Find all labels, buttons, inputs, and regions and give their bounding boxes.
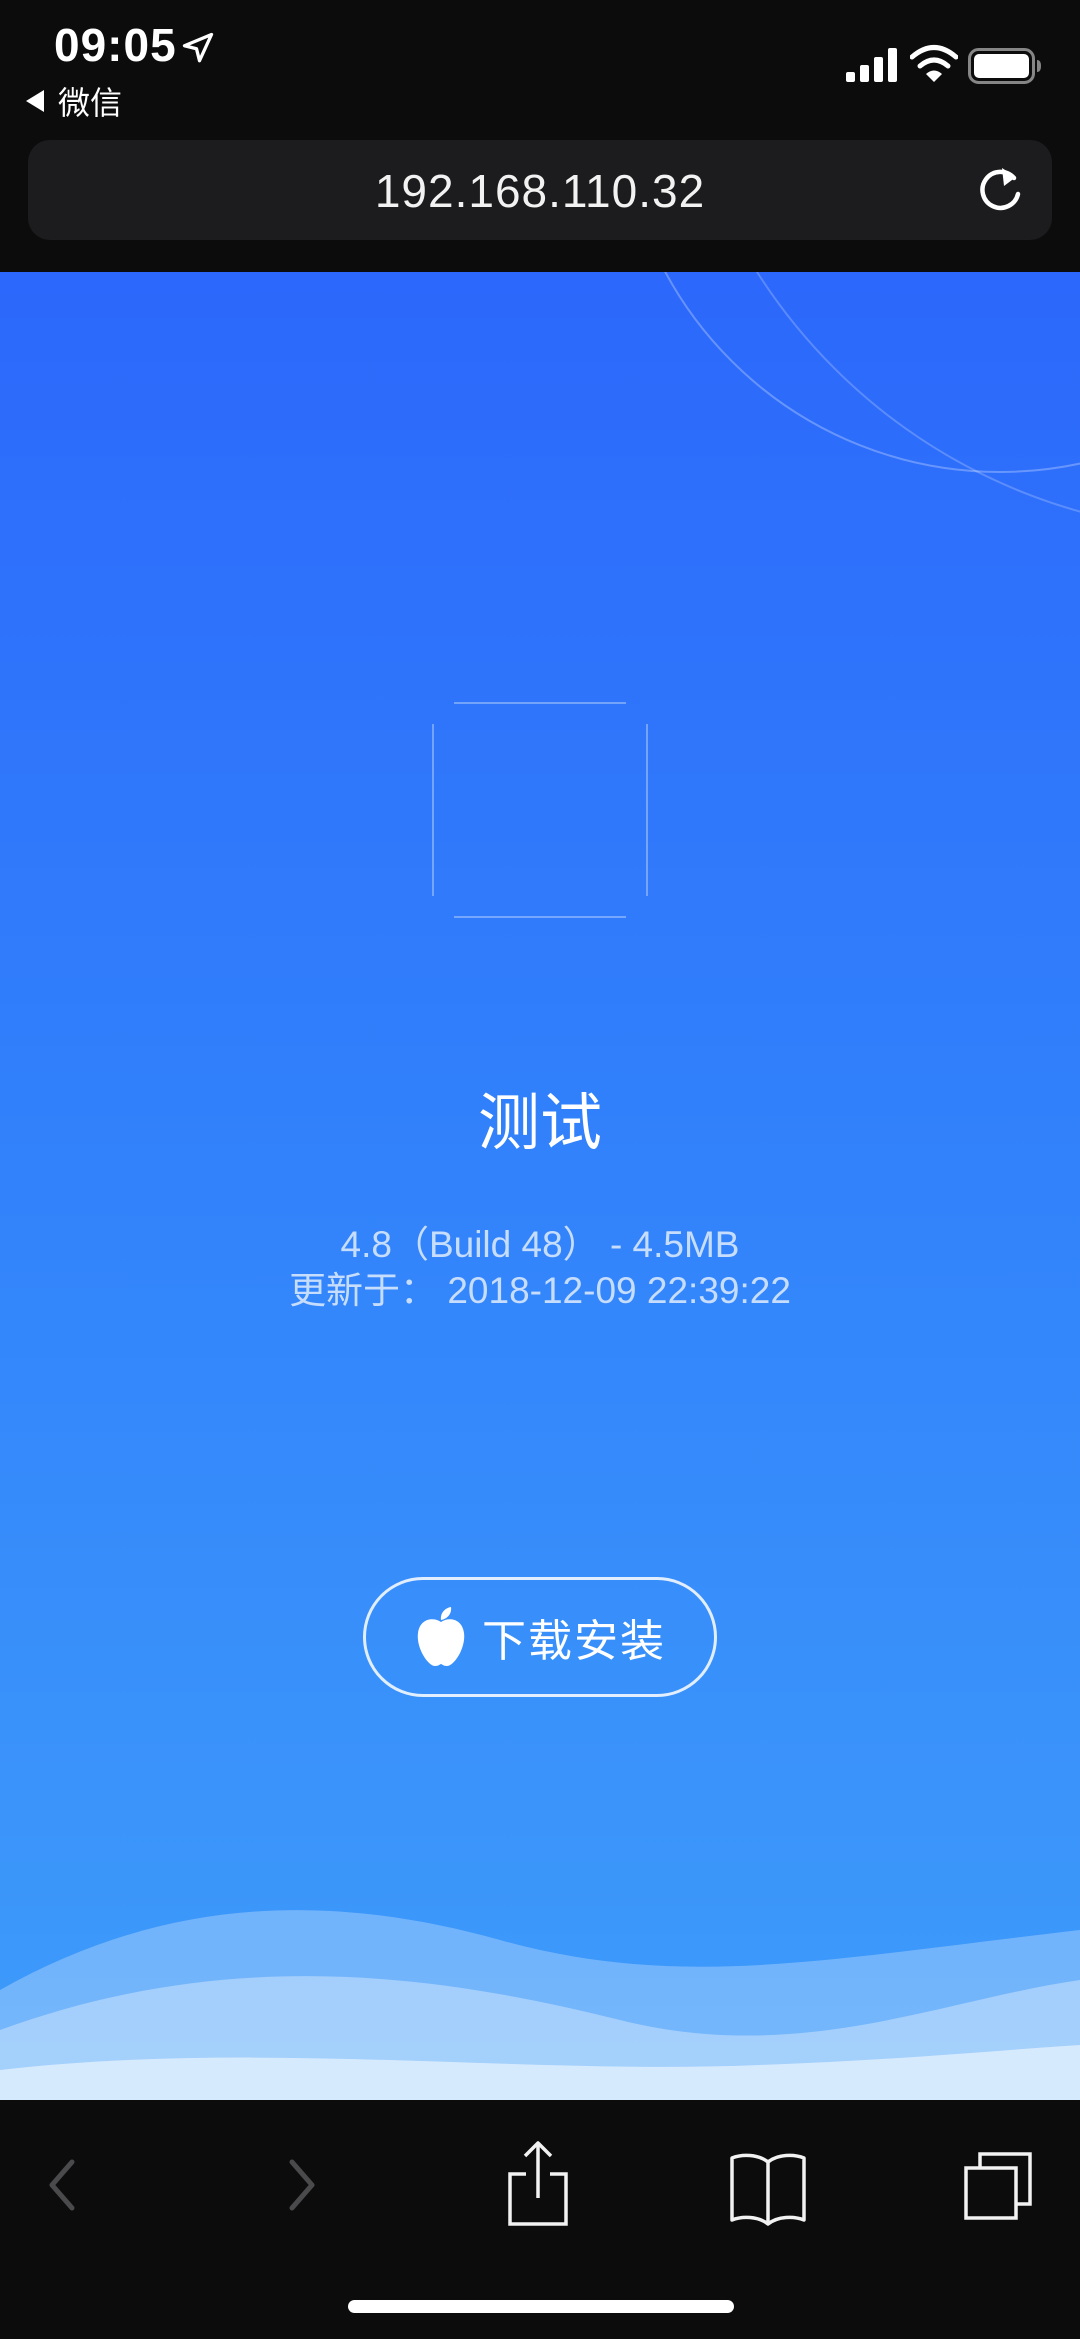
- back-to-app-link[interactable]: 微信: [26, 78, 122, 124]
- battery-icon: [968, 48, 1041, 84]
- forward-icon[interactable]: [262, 2140, 342, 2230]
- apple-icon: [417, 1607, 465, 1666]
- decorative-waves: [0, 1910, 1080, 2100]
- status-time: 09:05: [54, 19, 177, 71]
- install-label: 下载安装: [482, 1617, 666, 1666]
- share-icon[interactable]: [498, 2140, 578, 2230]
- reload-icon[interactable]: [974, 164, 1026, 216]
- back-app-label: 微信: [58, 85, 123, 121]
- home-indicator: [348, 2300, 734, 2313]
- tabs-icon[interactable]: [958, 2140, 1038, 2230]
- address-bar[interactable]: 192.168.110.32: [28, 140, 1052, 240]
- decorative-arcs: [664, 272, 1080, 513]
- status-bar: 09:05 微信: [0, 0, 1080, 135]
- location-arrow-icon: [182, 32, 214, 63]
- bookmarks-icon[interactable]: [728, 2140, 808, 2230]
- install-button[interactable]: 下载安装: [363, 1577, 717, 1697]
- web-content: 测试 4.8（Build 48） - 4.5MB 更新于： 2018-12-09…: [0, 272, 1080, 2100]
- updated-time: 更新于： 2018-12-09 22:39:22: [289, 1270, 791, 1311]
- app-icon-placeholder: [432, 702, 648, 918]
- url-text[interactable]: 192.168.110.32: [28, 164, 1052, 218]
- wifi-icon: [910, 45, 958, 82]
- signal-icon: [846, 48, 897, 82]
- app-title: 测试: [477, 1089, 602, 1158]
- back-triangle-icon: [26, 90, 44, 112]
- back-icon[interactable]: [22, 2140, 102, 2230]
